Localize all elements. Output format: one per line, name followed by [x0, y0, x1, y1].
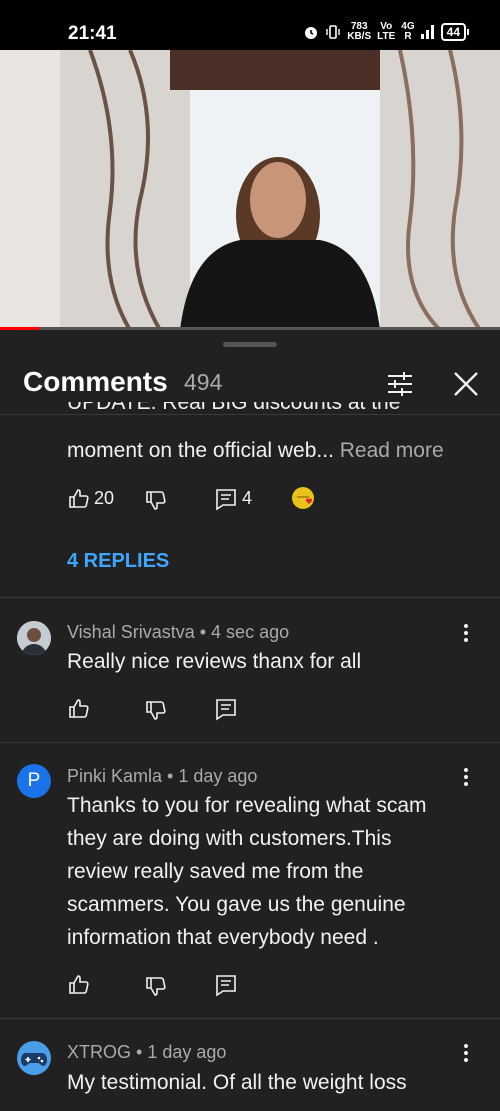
battery-icon: 44 — [440, 23, 470, 41]
comments-count: 494 — [184, 369, 223, 395]
comment-divider — [0, 742, 500, 743]
dislike-icon[interactable] — [144, 698, 168, 722]
filter-icon[interactable] — [382, 366, 418, 402]
comment-text: Really nice reviews thanx for all — [67, 650, 362, 673]
comments-sheet: Comments 494 UPDATE: Real BIG discounts … — [0, 330, 500, 1111]
reply-icon[interactable] — [214, 487, 238, 511]
dislike-icon[interactable] — [144, 488, 168, 512]
view-replies-link[interactable]: 4 REPLIES — [67, 550, 169, 573]
like-icon[interactable] — [67, 487, 91, 511]
signal-icon — [420, 25, 434, 39]
network-speed: 783 KB/S — [347, 21, 372, 42]
comment-text-partial: UPDATE: Real BIG discounts at the — [67, 402, 401, 414]
video-frame — [0, 50, 500, 330]
gamepad-icon — [21, 1053, 47, 1066]
status-icons: 783 KB/S Vo LTE 4G R 44 — [303, 21, 470, 42]
more-options-icon[interactable] — [456, 765, 476, 789]
reply-icon[interactable] — [214, 973, 238, 997]
close-icon[interactable] — [448, 366, 484, 402]
vibrate-icon — [326, 25, 340, 39]
4g-indicator: 4G R — [401, 21, 415, 42]
more-options-icon[interactable] — [456, 1041, 476, 1065]
comment-divider — [0, 597, 500, 598]
like-count: 20 — [94, 488, 115, 508]
comment-meta: Pinki Kamla • 1 day ago — [67, 766, 258, 786]
creator-heart-icon — [292, 487, 314, 509]
reply-icon[interactable] — [214, 697, 238, 721]
comment-meta: Vishal Srivastva • 4 sec ago — [67, 622, 290, 642]
avatar[interactable] — [17, 1041, 51, 1075]
more-options-icon[interactable] — [456, 621, 476, 645]
comment-text: moment on the official web... Read more — [67, 439, 444, 462]
status-bar: 21:41 783 KB/S Vo LTE 4G R 44 — [0, 0, 500, 50]
user-photo-icon — [17, 621, 51, 655]
volte-indicator: Vo LTE — [377, 21, 396, 42]
comments-title: Comments — [23, 366, 168, 397]
drag-handle[interactable] — [223, 342, 277, 347]
like-icon[interactable] — [67, 697, 91, 721]
comment-text: Thanks to you for revealing what scam th… — [67, 794, 427, 949]
read-more-link[interactable]: Read more — [340, 439, 444, 462]
comment-text: My testimonial. Of all the weight loss — [67, 1071, 407, 1094]
video-player[interactable] — [0, 50, 500, 330]
status-time: 21:41 — [68, 23, 117, 44]
comment-meta: XTROG • 1 day ago — [67, 1042, 227, 1062]
reply-count: 4 — [242, 488, 253, 508]
comment-divider — [0, 1018, 500, 1019]
like-icon[interactable] — [67, 973, 91, 997]
dislike-icon[interactable] — [144, 974, 168, 998]
avatar[interactable] — [17, 621, 51, 655]
alarm-icon — [305, 27, 318, 39]
avatar[interactable]: P — [17, 764, 51, 798]
